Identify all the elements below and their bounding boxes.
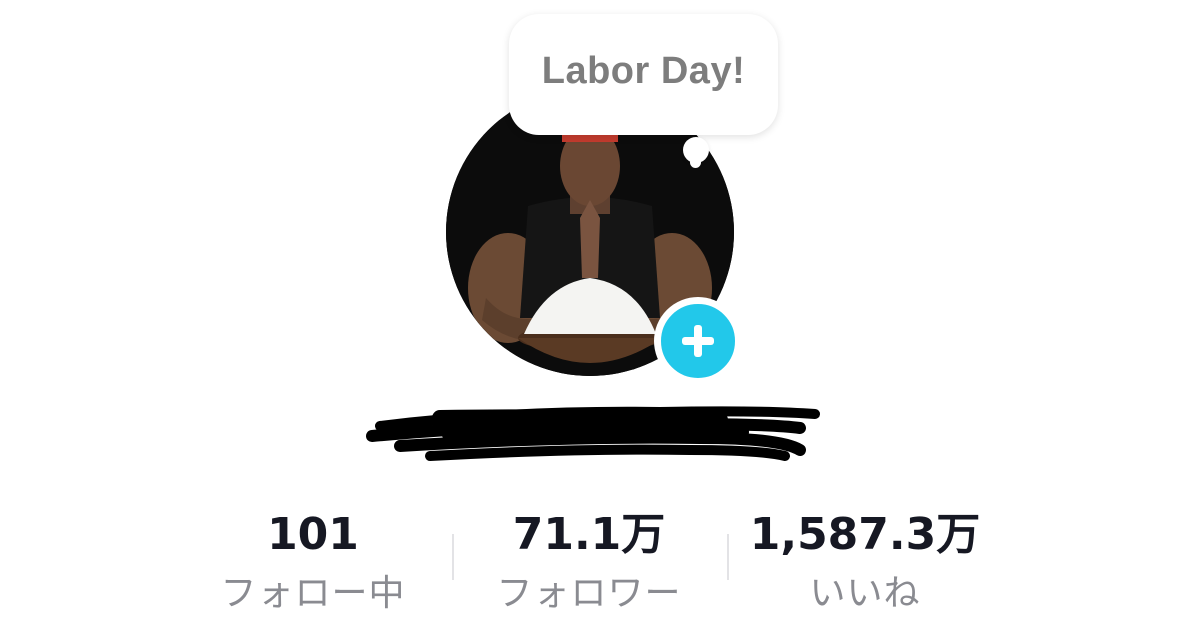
status-bubble[interactable]: Labor Day!: [509, 14, 778, 135]
plus-icon: [682, 325, 714, 357]
stat-likes-value: 1,587.3万: [749, 509, 981, 560]
status-bubble-text: Labor Day!: [541, 50, 746, 92]
stat-following[interactable]: 101 フォロー中: [175, 500, 451, 618]
bubble-tail-dot-small: [690, 157, 701, 168]
stat-following-label: フォロー中: [220, 573, 406, 614]
username-redaction: [360, 398, 830, 470]
stat-followers-label: フォロワー: [496, 573, 682, 614]
stat-followers[interactable]: 71.1万 フォロワー: [451, 500, 727, 618]
stat-followers-value: 71.1万: [512, 509, 666, 560]
stat-likes[interactable]: 1,587.3万 いいね: [727, 500, 1003, 618]
follow-button[interactable]: [654, 297, 742, 385]
profile-stats: 101 フォロー中 71.1万 フォロワー 1,587.3万 いいね: [175, 500, 1005, 620]
stat-following-value: 101: [267, 509, 359, 560]
stat-likes-label: いいね: [809, 573, 921, 614]
